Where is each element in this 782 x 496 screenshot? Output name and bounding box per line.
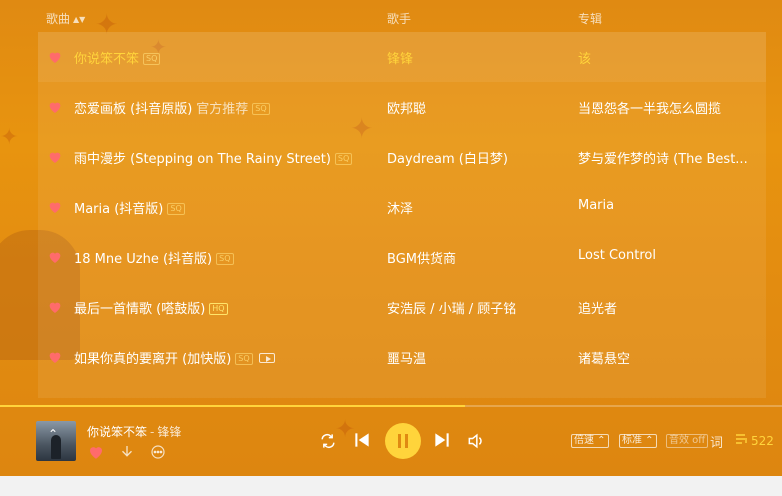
more-icon[interactable] (149, 443, 167, 461)
song-title: 如果你真的要离开 (加快版) (74, 352, 232, 367)
heart-icon[interactable] (47, 249, 63, 265)
chevron-up-icon: ⌃ (48, 427, 59, 441)
quality-badge: SQ (167, 203, 185, 215)
song-title-cell[interactable]: 恋爱画板 (抖音原版) 官方推荐 SQ (74, 98, 270, 117)
playlist-icon (735, 433, 749, 448)
quality-badge: SQ (252, 103, 270, 115)
pause-icon[interactable] (385, 423, 421, 459)
heart-icon[interactable] (47, 299, 63, 315)
quality-badge: SQ (216, 253, 234, 265)
song-album[interactable]: 诸葛悬空 (578, 348, 630, 367)
mv-icon[interactable] (258, 353, 275, 363)
song-artist[interactable]: 锋锋 (387, 48, 413, 67)
quality-button[interactable]: 标准 ⌃ (619, 434, 657, 448)
quality-badge: SQ (334, 153, 353, 165)
next-icon[interactable] (432, 430, 452, 454)
column-artist: 歌手 (387, 12, 412, 26)
song-title-cell[interactable]: 18 Mne Uzhe (抖音版) SQ (74, 248, 234, 267)
music-player-window: ✦ ✦ ✦ ✦ ✦ 歌曲 ▲▼ 歌手 专辑 你说笨不笨 SQ 锋锋该恋爱画板 (抖音原… (0, 0, 782, 476)
song-list-header: 歌曲 ▲▼ 歌手 专辑 (0, 0, 782, 34)
song-artist[interactable]: 欧邦聪 (387, 98, 426, 117)
song-artist[interactable]: Daydream (白日梦) (387, 148, 508, 167)
song-title: 你说笨不笨 (74, 52, 140, 67)
heart-icon[interactable] (47, 349, 63, 365)
song-list: 你说笨不笨 SQ 锋锋该恋爱画板 (抖音原版) 官方推荐 SQ 欧邦聪 当恩怨各一半我怎么圆… (38, 32, 766, 398)
song-album[interactable]: Lost Control (578, 248, 656, 263)
speed-button[interactable]: 倍速 ⌃ (571, 434, 609, 448)
song-album[interactable]: 该 (578, 48, 591, 67)
song-album[interactable]: 追光者 (578, 298, 617, 317)
song-title-cell[interactable]: 最后一首情歌 (嗒鼓版) HQ (74, 298, 228, 317)
lyrics-button[interactable]: 词 (710, 432, 723, 451)
quality-badge: SQ (235, 353, 253, 365)
download-icon[interactable] (118, 443, 136, 461)
song-row[interactable]: 18 Mne Uzhe (抖音版) SQ BGM供货商 Lost Control (38, 232, 766, 282)
song-title-cell[interactable]: 雨中漫步 (Stepping on The Rainy Street) SQ (74, 148, 353, 167)
leaf-decoration-icon: ✦ (0, 125, 19, 150)
song-title: 18 Mne Uzhe (抖音版) (74, 252, 213, 267)
loop-icon[interactable] (318, 431, 338, 455)
song-row[interactable]: 你说笨不笨 SQ 锋锋 该 (38, 32, 766, 82)
song-artist[interactable]: 噩马温 (387, 348, 426, 367)
heart-icon[interactable] (47, 49, 63, 65)
column-album: 专辑 (578, 12, 603, 26)
heart-icon[interactable] (47, 199, 63, 215)
song-title: 雨中漫步 (Stepping on The Rainy Street) (74, 152, 331, 167)
album-cover[interactable]: ⌃ (36, 421, 76, 461)
song-row[interactable]: 如果你真的要离开 (加快版) SQ 噩马温 诸葛悬空 (38, 332, 766, 382)
quality-badge: HQ (209, 303, 228, 315)
song-title-cell[interactable]: 你说笨不笨 SQ (74, 48, 161, 67)
song-title-cell[interactable]: 如果你真的要离开 (加快版) SQ (74, 348, 275, 367)
heart-icon[interactable] (47, 149, 63, 165)
song-row[interactable]: 恋爱画板 (抖音原版) 官方推荐 SQ 欧邦聪 当恩怨各一半我怎么圆揽 (38, 82, 766, 132)
quality-badge: SQ (143, 53, 161, 65)
now-playing-artist[interactable]: 锋锋 (157, 425, 181, 439)
song-artist[interactable]: BGM供货商 (387, 248, 456, 267)
queue-count: 522 (751, 434, 774, 448)
previous-icon[interactable] (352, 430, 372, 454)
song-tag: 官方推荐 (196, 102, 249, 117)
heart-icon[interactable] (87, 443, 105, 461)
playlist-button[interactable]: 522 (735, 433, 774, 448)
song-row[interactable]: 最后一首情歌 (嗒鼓版) HQ 安浩辰 / 小瑞 / 顾子铭 追光者 (38, 282, 766, 332)
song-title: 最后一首情歌 (嗒鼓版) (74, 302, 206, 317)
song-row[interactable]: Maria (抖音版) SQ 沐泽 Maria (38, 182, 766, 232)
player-bar: ⌃ 你说笨不笨 - 锋锋 倍速 ⌃ 标准 ⌃ 音效 off 词 522 (0, 407, 782, 476)
song-album[interactable]: Maria (578, 198, 614, 213)
song-row[interactable]: 雨中漫步 (Stepping on The Rainy Street) SQ Day… (38, 132, 766, 182)
now-playing-title[interactable]: 你说笨不笨 (87, 425, 147, 439)
sound-effect-button[interactable]: 音效 off (666, 434, 709, 448)
song-artist[interactable]: 安浩辰 / 小瑞 / 顾子铭 (387, 298, 516, 317)
song-album[interactable]: 梦与爱作梦的诗 (The Best... (578, 148, 748, 167)
now-playing-info: 你说笨不笨 - 锋锋 (87, 425, 182, 439)
volume-icon[interactable] (466, 431, 486, 455)
column-song[interactable]: 歌曲 ▲▼ (46, 10, 85, 27)
song-title: Maria (抖音版) (74, 202, 164, 217)
song-title-cell[interactable]: Maria (抖音版) SQ (74, 198, 185, 217)
heart-icon[interactable] (47, 99, 63, 115)
song-artist[interactable]: 沐泽 (387, 198, 413, 217)
song-title: 恋爱画板 (抖音原版) (74, 102, 193, 117)
sort-icon: ▲▼ (73, 15, 86, 24)
song-album[interactable]: 当恩怨各一半我怎么圆揽 (578, 98, 721, 117)
